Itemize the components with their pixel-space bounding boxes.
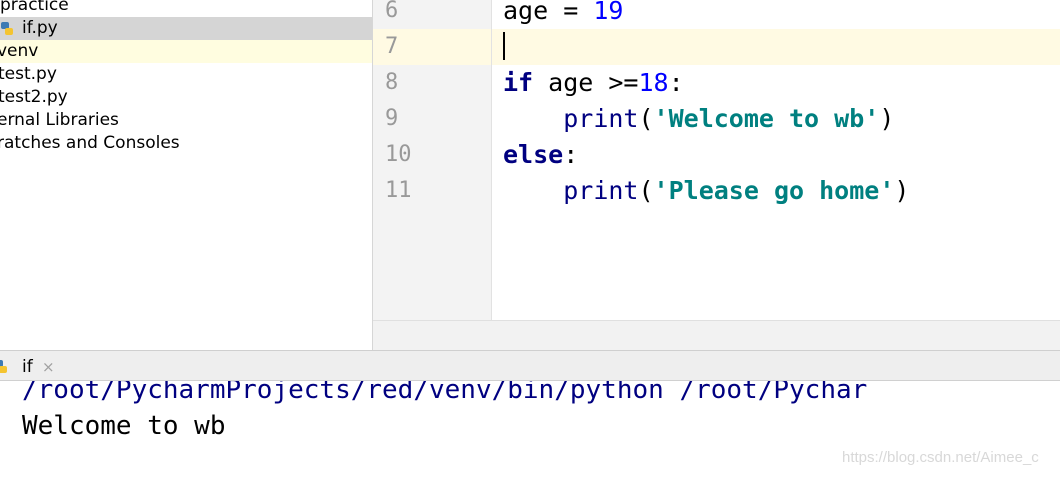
tree-item-practice[interactable]: practice xyxy=(0,0,372,17)
code-token: : xyxy=(563,140,579,169)
code-token: ) xyxy=(879,104,895,133)
code-editor[interactable]: 6 7 8 9 10 11 age = 19 if age >=18: prin… xyxy=(373,0,1060,350)
code-line-9[interactable]: print('Welcome to wb') xyxy=(492,101,1060,137)
code-token: 'Welcome to wb' xyxy=(653,104,880,133)
code-line-10[interactable]: else: xyxy=(492,137,1060,173)
code-token: 19 xyxy=(593,0,624,25)
tree-item-label: ratches and Consoles xyxy=(0,133,180,153)
code-line-11[interactable]: print('Please go home') xyxy=(492,173,1060,209)
console-command-line: /root/PycharmProjects/red/venv/bin/pytho… xyxy=(22,381,868,405)
tree-item-label: ernal Libraries xyxy=(0,110,119,130)
code-token: age = xyxy=(503,0,594,25)
tree-item-if-py[interactable]: if.py xyxy=(0,17,372,40)
tree-item-test2-py[interactable]: test2.py xyxy=(0,86,372,109)
line-number: 11 xyxy=(385,178,412,203)
tree-item-scratches-and-consoles[interactable]: ratches and Consoles xyxy=(0,132,372,155)
project-tool-window: practice if.py venv test.py test2.py ern… xyxy=(0,0,373,350)
python-run-icon xyxy=(0,360,7,373)
line-number: 7 xyxy=(385,34,399,59)
code-token: if xyxy=(503,68,534,97)
code-token: ( xyxy=(638,104,654,133)
line-number: 8 xyxy=(385,70,399,95)
close-icon[interactable]: × xyxy=(42,354,55,380)
code-token: ( xyxy=(638,176,654,205)
line-number-gutter: 6 7 8 9 10 11 xyxy=(373,0,492,320)
tree-item-label: venv xyxy=(0,41,39,61)
code-token: : xyxy=(668,68,684,97)
watermark: https://blog.csdn.net/Aimee_c xyxy=(842,449,1039,466)
tree-item-label: practice xyxy=(0,0,69,15)
line-number: 9 xyxy=(385,106,399,131)
tree-item-label: test.py xyxy=(0,64,57,84)
console-output-line: Welcome to wb xyxy=(22,411,226,441)
code-line-8[interactable]: if age >=18: xyxy=(492,65,1060,101)
code-token: ) xyxy=(894,176,910,205)
line-number: 10 xyxy=(385,142,412,167)
tree-item-label: if.py xyxy=(22,18,58,38)
code-token: 'Please go home' xyxy=(653,176,895,205)
tree-item-venv[interactable]: venv xyxy=(0,40,372,63)
code-token: else xyxy=(503,140,564,169)
code-line-7-current[interactable] xyxy=(492,29,1060,65)
line-number: 6 xyxy=(385,0,399,23)
tree-item-external-libraries[interactable]: ernal Libraries xyxy=(0,109,372,132)
code-token: 18 xyxy=(638,68,669,97)
editor-horizontal-scrollbar[interactable] xyxy=(373,320,1060,350)
text-caret xyxy=(503,32,505,60)
tree-item-label: test2.py xyxy=(0,87,68,107)
run-tab-label: if xyxy=(22,357,33,377)
code-line-6[interactable]: age = 19 xyxy=(492,0,1060,29)
tree-item-test-py[interactable]: test.py xyxy=(0,63,372,86)
code-token: print xyxy=(563,104,639,133)
python-file-icon xyxy=(1,22,13,35)
run-tool-window-header: if × xyxy=(0,350,1060,381)
code-token: age >= xyxy=(533,68,639,97)
code-token: print xyxy=(563,176,639,205)
